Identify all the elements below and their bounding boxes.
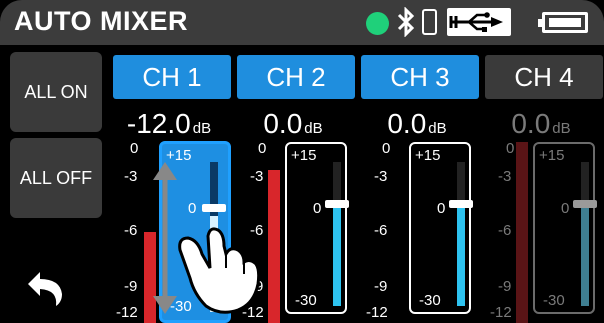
back-arrow-icon[interactable] <box>22 268 68 308</box>
ch3-gain: 0.0 dB <box>387 108 447 139</box>
phone-icon <box>422 9 437 35</box>
ch1-gain: -12.0 dB <box>126 108 212 139</box>
tab-ch1[interactable]: CH 1 <box>113 55 231 99</box>
ch3-scale-12: -12 <box>366 304 388 321</box>
battery-icon <box>538 12 588 33</box>
ch2-fader-zero: 0 <box>313 200 322 217</box>
ch3-fader-fill <box>457 208 465 306</box>
ch1-scale-3: -3 <box>124 168 138 185</box>
ch3-scale-3: -3 <box>374 168 388 185</box>
ch4-scale-9: -9 <box>498 278 512 295</box>
ch4-fader-zero: 0 <box>561 200 570 217</box>
ch3-fader[interactable]: +15 0 -30 <box>409 142 473 314</box>
drag-gesture-icon <box>153 162 261 314</box>
ch1-scale-9: -9 <box>124 278 138 295</box>
ch3-fader-knob[interactable] <box>449 200 473 208</box>
bluetooth-icon <box>397 7 415 37</box>
ch3-fader-zero: 0 <box>437 200 446 217</box>
ch1-scale-6: -6 <box>124 222 138 239</box>
tab-ch3[interactable]: CH 3 <box>361 55 479 99</box>
ch4-scale-3: -3 <box>498 168 512 185</box>
ch4-scale-0: 0 <box>506 140 515 157</box>
ch4-level-meter <box>516 142 528 323</box>
ch3-fader-max: +15 <box>415 147 441 164</box>
ch2-fader-knob[interactable] <box>325 200 349 208</box>
ch4-gain: 0.0 dB <box>511 108 571 139</box>
ch4-scale-6: -6 <box>498 222 512 239</box>
usb-icon <box>447 8 511 36</box>
tab-ch4[interactable]: CH 4 <box>485 55 603 99</box>
ch2-gain: 0.0 dB <box>263 108 323 139</box>
ch1-scale-0: 0 <box>130 140 139 157</box>
ch4-fader-max: +15 <box>539 147 565 164</box>
ch3-scale-0: 0 <box>382 140 391 157</box>
status-dot-icon <box>366 12 389 35</box>
all-on-button[interactable]: ALL ON <box>10 52 102 132</box>
ch3-scale-9: -9 <box>374 278 388 295</box>
ch2-scale-0: 0 <box>258 140 267 157</box>
ch3-fader-min: -30 <box>419 292 441 309</box>
ch4-fader[interactable]: +15 0 -30 <box>533 142 597 314</box>
ch2-fader-fill <box>333 208 341 306</box>
ch4-scale-12: -12 <box>490 304 512 321</box>
ch4-fader-min: -30 <box>543 292 565 309</box>
all-off-button[interactable]: ALL OFF <box>10 138 102 218</box>
auto-mixer-screen: AUTO MIXER ALL ON ALL OFF CH 1 CH 2 CH 3… <box>0 0 604 323</box>
ch4-fader-knob[interactable] <box>573 200 597 208</box>
header-bar: AUTO MIXER <box>0 0 604 45</box>
ch3-scale-6: -6 <box>374 222 388 239</box>
ch2-fader[interactable]: +15 0 -30 <box>285 142 349 314</box>
ch2-fader-max: +15 <box>291 147 317 164</box>
ch4-fader-fill <box>581 208 589 306</box>
tab-ch2[interactable]: CH 2 <box>237 55 355 99</box>
ch1-scale-12: -12 <box>116 304 138 321</box>
ch2-fader-min: -30 <box>295 292 317 309</box>
page-title: AUTO MIXER <box>14 6 189 36</box>
